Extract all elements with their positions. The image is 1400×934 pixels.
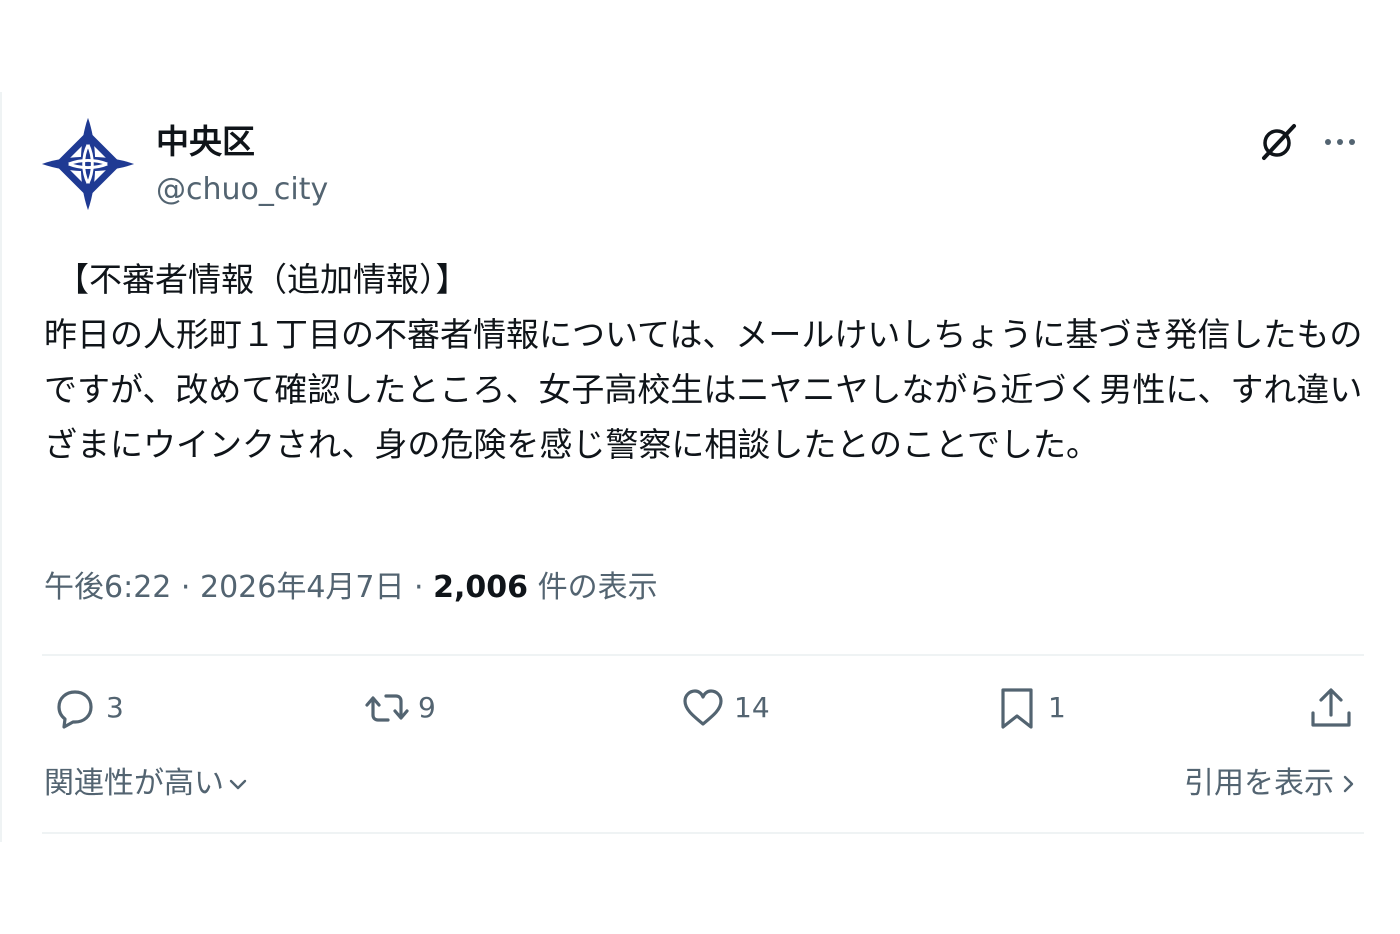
like-button[interactable]: 14 [680, 684, 770, 732]
repost-count: 9 [418, 691, 436, 724]
heart-icon [683, 689, 723, 726]
post-meta: 午後6:22 · 2026年4月7日 · 2,006 件の表示 [44, 566, 658, 610]
repost-button[interactable]: 9 [364, 684, 436, 732]
view-quotes-link[interactable]: 引用を表示 [1184, 762, 1360, 806]
reply-icon [57, 690, 93, 729]
more-dots-icon [1325, 139, 1355, 145]
like-count: 14 [734, 691, 770, 724]
reply-button[interactable]: 3 [52, 684, 124, 732]
chevron-down-icon [229, 779, 247, 790]
more-options-button[interactable] [1318, 122, 1362, 162]
grok-button[interactable] [1256, 120, 1300, 164]
bookmark-button[interactable]: 1 [994, 684, 1066, 732]
bookmark-count: 1 [1048, 691, 1066, 724]
chuo-city-emblem-icon [41, 117, 135, 211]
post-body: 昨日の人形町１丁目の不審者情報については、メールけいしちょうに基づき発信したもの… [44, 315, 1363, 464]
sort-label: 関連性が高い [44, 766, 224, 801]
share-button[interactable] [1308, 684, 1354, 732]
tweet-card: 中央区 @chuo_city 【不審者情報（追加情報）】 昨日の人形町１丁目の不… [0, 92, 1374, 842]
reply-count: 3 [106, 691, 124, 724]
bookmark-icon [1001, 688, 1033, 729]
avatar[interactable] [40, 116, 136, 212]
grok-icon [1262, 124, 1296, 160]
sort-relevance-dropdown[interactable]: 関連性が高い [44, 762, 250, 806]
repost-icon [365, 694, 409, 722]
divider [42, 654, 1364, 656]
post-time[interactable]: 午後6:22 [44, 570, 171, 605]
author-handle[interactable]: @chuo_city [156, 170, 328, 210]
share-icon [1311, 688, 1351, 727]
meta-separator: · [171, 570, 200, 605]
post-heading: 【不審者情報（追加情報）】 [56, 260, 469, 299]
quotes-label: 引用を表示 [1184, 766, 1334, 801]
post-text: 【不審者情報（追加情報）】 昨日の人形町１丁目の不審者情報については、メールけい… [44, 252, 1364, 472]
chevron-right-icon [1343, 775, 1354, 793]
divider [42, 832, 1364, 834]
post-date[interactable]: 2026年4月7日 [200, 570, 405, 605]
meta-separator: · [404, 570, 434, 605]
author-display-name[interactable]: 中央区 [156, 122, 255, 162]
views-count: 2,006 [433, 570, 529, 605]
views-label: 件の表示 [528, 570, 658, 605]
